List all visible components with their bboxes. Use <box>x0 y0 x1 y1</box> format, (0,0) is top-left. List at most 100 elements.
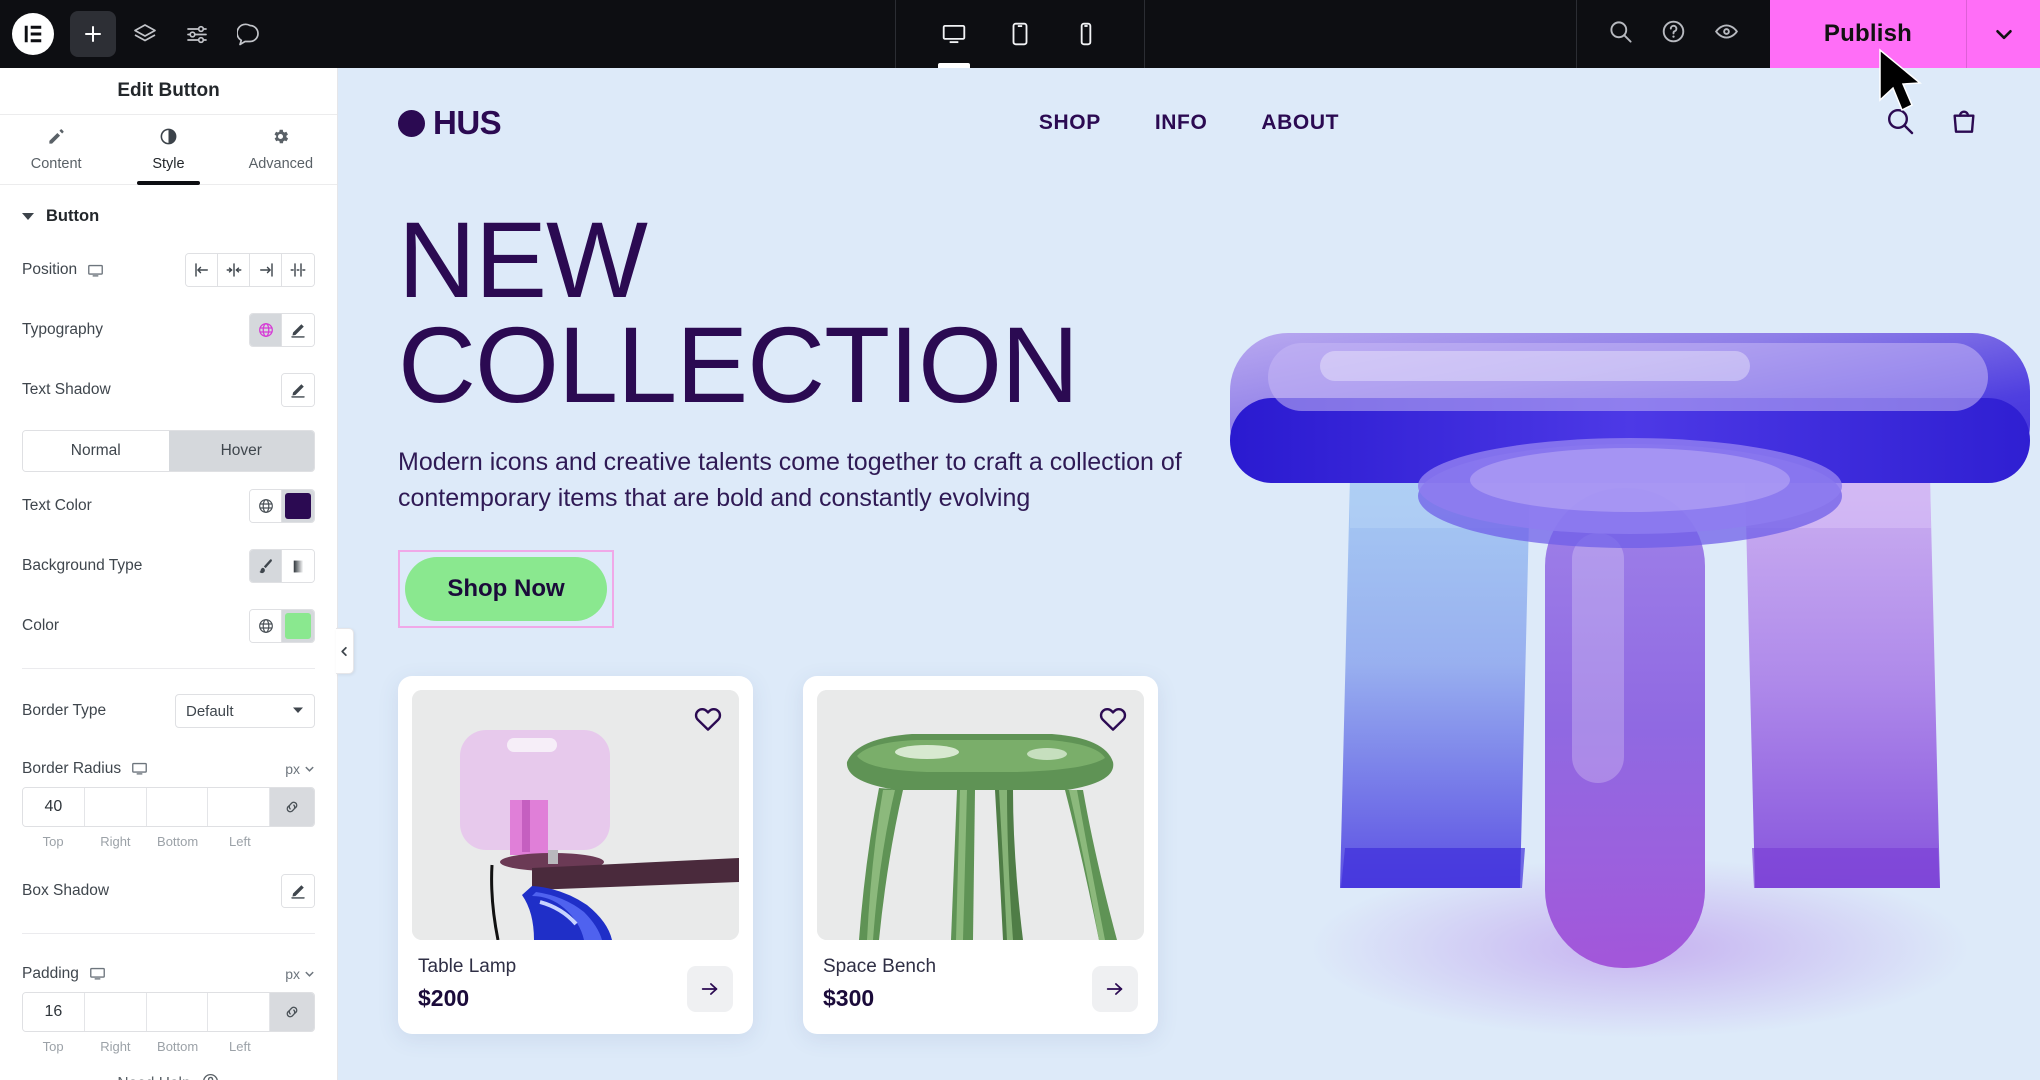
panel-collapse-chevron-left-icon[interactable] <box>336 628 354 674</box>
padding-responsive-desktop-icon[interactable] <box>89 965 106 982</box>
align-center-icon[interactable] <box>218 254 250 287</box>
state-normal-tab[interactable]: Normal <box>23 431 169 472</box>
text-color-swatch[interactable] <box>282 490 314 523</box>
border-radius-unit-selector[interactable]: px <box>285 761 315 777</box>
settings-panel: Edit Button Content Style Advanced Butto… <box>0 68 354 1080</box>
mouse-cursor <box>1879 48 1922 112</box>
border-radius-right-input[interactable] <box>84 788 147 827</box>
hero-title: NEW COLLECTION <box>398 199 1079 425</box>
logo-dot-icon <box>398 109 425 137</box>
add-element-button[interactable] <box>70 11 116 57</box>
control-color: Color <box>0 596 337 656</box>
pencil-icon <box>47 127 66 150</box>
nav-item-about[interactable]: ABOUT <box>1261 111 1339 135</box>
spacer-2 <box>271 1032 315 1054</box>
site-settings-sliders-icon[interactable] <box>174 11 220 57</box>
color-value <box>285 613 311 640</box>
tab-content[interactable]: Content <box>0 115 112 184</box>
state-hover-tab[interactable]: Hover <box>168 431 314 472</box>
chevron-down-icon <box>292 703 304 720</box>
tab-content-label: Content <box>30 156 82 173</box>
border-radius-unit: px <box>285 760 300 777</box>
product-card-table-lamp[interactable]: Table Lamp $200 <box>398 676 753 1034</box>
align-stretch-icon[interactable] <box>282 254 314 287</box>
control-typography: Typography <box>0 300 337 360</box>
product-image-space-bench <box>817 690 1144 940</box>
device-tablet-button[interactable] <box>998 0 1042 68</box>
border-radius-link-icon[interactable] <box>270 788 314 827</box>
tab-advanced[interactable]: Advanced <box>225 115 337 184</box>
border-radius-left-input[interactable] <box>208 788 270 827</box>
favorite-heart-icon[interactable] <box>693 704 723 739</box>
classic-brush-icon[interactable] <box>250 550 282 583</box>
padding-inputs: 16 Top Right Bottom Left <box>0 992 337 1054</box>
padding-top-input[interactable]: 16 <box>23 993 85 1032</box>
border-type-select[interactable]: Default <box>175 694 315 729</box>
control-position-label: Position <box>22 261 78 279</box>
publish-options-chevron-down-icon[interactable] <box>1966 0 2040 68</box>
padding-link-icon[interactable] <box>270 993 314 1032</box>
globe-icon[interactable] <box>250 314 282 347</box>
panel-title: Edit Button <box>0 68 337 116</box>
control-text-shadow: Text Shadow <box>0 360 337 420</box>
typography-buttons <box>249 313 315 348</box>
control-border-type: Border Type Default <box>0 681 337 741</box>
favorite-heart-icon[interactable] <box>1098 704 1128 739</box>
border-radius-bottom-input[interactable] <box>146 788 209 827</box>
elementor-editor: Publish Edit Button Content Style Advanc… <box>0 0 2040 1080</box>
color-globe-icon[interactable] <box>250 610 282 643</box>
structure-layers-icon[interactable] <box>122 11 168 57</box>
control-padding-label: Padding <box>22 964 79 982</box>
section-button-label: Button <box>46 207 100 226</box>
typography-edit-pencil-icon[interactable] <box>282 314 314 347</box>
topbar-right-group: Publish <box>1575 0 2040 68</box>
text-shadow-edit-pencil-icon[interactable] <box>282 374 314 407</box>
border-radius-bottom-label: Bottom <box>157 834 199 850</box>
preview-eye-icon[interactable] <box>1713 18 1740 50</box>
elementor-logo-icon[interactable] <box>12 13 54 55</box>
shopping-bag-icon[interactable] <box>1948 105 1980 142</box>
product-price: $200 <box>418 985 470 1011</box>
product-arrow-right-icon[interactable] <box>1092 966 1138 1012</box>
device-desktop-button[interactable] <box>932 0 976 68</box>
control-background-type: Background Type <box>0 536 337 596</box>
color-swatch[interactable] <box>282 610 314 643</box>
caret-down-icon <box>22 213 34 221</box>
control-border-radius-label: Border Radius <box>22 759 122 777</box>
border-radius-top-input[interactable]: 40 <box>23 788 85 827</box>
comments-icon[interactable] <box>226 11 272 57</box>
border-radius-responsive-desktop-icon[interactable] <box>131 760 148 777</box>
section-button-header[interactable]: Button <box>0 185 337 240</box>
padding-bottom-input[interactable] <box>146 993 209 1032</box>
selected-widget-outline: Shop Now <box>398 550 614 628</box>
padding-right-input[interactable] <box>84 993 147 1032</box>
padding-unit-selector[interactable]: px <box>285 966 315 982</box>
nav-item-info[interactable]: INFO <box>1155 111 1208 135</box>
box-shadow-edit-pencil-icon[interactable] <box>282 875 314 908</box>
publish-button[interactable]: Publish <box>1769 0 1966 68</box>
hero-paragraph: Modern icons and creative talents come t… <box>398 447 1182 512</box>
gradient-icon[interactable] <box>282 550 314 583</box>
align-start-icon[interactable] <box>186 254 218 287</box>
padding-left-input[interactable] <box>208 993 270 1032</box>
tab-style[interactable]: Style <box>112 115 224 186</box>
shop-now-button[interactable]: Shop Now <box>405 557 607 621</box>
editor-topbar: Publish <box>0 0 2040 68</box>
control-box-shadow-label: Box Shadow <box>22 882 110 900</box>
site-logo[interactable]: HUS <box>398 104 502 142</box>
need-help[interactable]: Need Help <box>0 1054 337 1080</box>
align-end-icon[interactable] <box>250 254 282 287</box>
control-text-color-label: Text Color <box>22 497 92 515</box>
device-mobile-button[interactable] <box>1064 0 1108 68</box>
nav-item-shop[interactable]: SHOP <box>1039 111 1101 135</box>
border-radius-inputs: 40 Top Right Bottom Left <box>0 787 337 849</box>
responsive-desktop-icon[interactable] <box>87 262 104 279</box>
product-card-space-bench[interactable]: Space Bench $300 <box>803 676 1158 1034</box>
search-icon[interactable] <box>1607 18 1634 50</box>
product-arrow-right-icon[interactable] <box>687 966 733 1012</box>
state-toggle: Normal Hover <box>22 430 315 473</box>
text-color-globe-icon[interactable] <box>250 490 282 523</box>
help-circle-icon[interactable] <box>1660 18 1687 50</box>
control-box-shadow: Box Shadow <box>0 861 337 921</box>
contrast-icon <box>159 127 178 150</box>
